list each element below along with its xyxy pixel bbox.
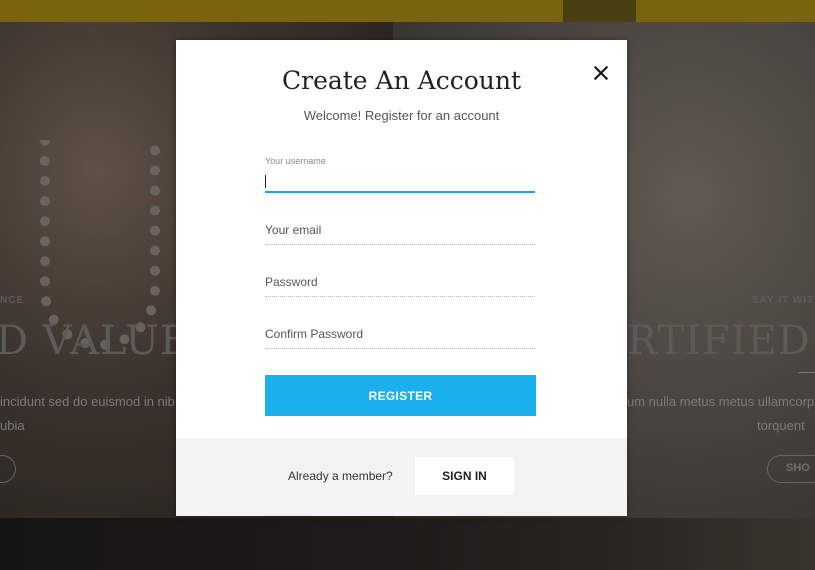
right-slide-button-label: SHO xyxy=(786,462,810,474)
already-member-text: Already a member? xyxy=(288,469,393,483)
username-field[interactable]: Your username xyxy=(265,156,535,194)
right-slide-text-1: um nulla metus metus ullamcorp xyxy=(627,394,815,409)
password-field[interactable] xyxy=(265,271,535,299)
email-underline xyxy=(265,244,535,245)
modal-subtitle: Welcome! Register for an account xyxy=(303,108,500,123)
close-icon[interactable] xyxy=(590,62,612,84)
right-slide-eyebrow: SAY IT WITH xyxy=(752,295,815,306)
email-input[interactable] xyxy=(265,221,535,239)
username-input[interactable] xyxy=(265,173,535,191)
left-slide-text-2: ubia xyxy=(0,418,25,433)
top-bar xyxy=(0,0,815,22)
modal-footer: Already a member? SIGN IN xyxy=(176,438,627,516)
confirm-password-field[interactable] xyxy=(265,323,535,351)
right-slide-text-2: torquent xyxy=(757,418,805,433)
confirm-password-underline xyxy=(265,348,535,349)
password-input[interactable] xyxy=(265,273,535,291)
bottom-image-strip xyxy=(0,518,815,570)
email-field[interactable] xyxy=(265,219,535,247)
sign-in-button[interactable]: SIGN IN xyxy=(415,457,514,495)
password-underline xyxy=(265,296,535,297)
left-slide-eyebrow: NCE xyxy=(0,295,25,306)
register-button[interactable]: REGISTER xyxy=(265,375,536,416)
username-label: Your username xyxy=(265,156,326,166)
register-modal: Create An Account Welcome! Register for … xyxy=(176,40,627,516)
right-slide-rule xyxy=(798,372,815,373)
modal-title: Create An Account xyxy=(281,66,522,95)
top-bar-block xyxy=(563,0,636,22)
right-slide-headline: RTIFIED xyxy=(627,318,811,364)
username-underline xyxy=(265,191,535,193)
left-slide-headline: D VALUE xyxy=(0,318,191,364)
right-slide-button[interactable]: SHO xyxy=(767,455,815,483)
confirm-password-input[interactable] xyxy=(265,325,535,343)
left-slide-text-1: incidunt sed do euismod in nib xyxy=(0,394,175,409)
